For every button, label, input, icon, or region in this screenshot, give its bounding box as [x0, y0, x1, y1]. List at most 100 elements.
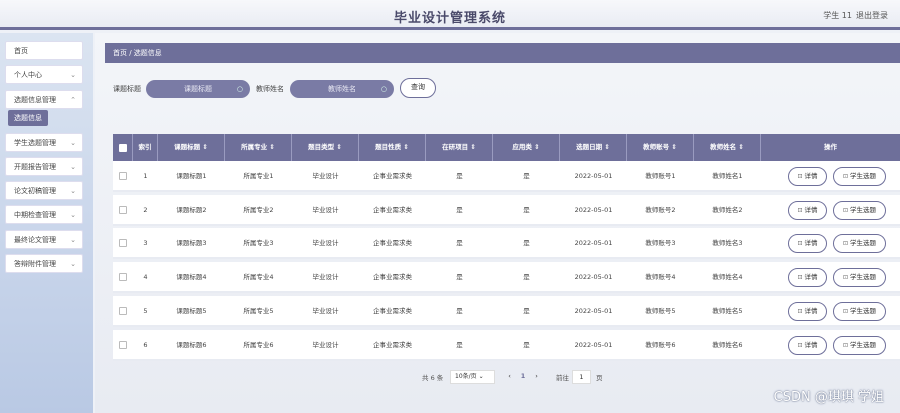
select-icon: ⊡ — [842, 207, 849, 214]
cell-research: 是 — [456, 206, 463, 214]
cell-account: 教师账号3 — [645, 239, 676, 247]
chevron-down-icon: ⌄ — [70, 163, 76, 171]
column-header[interactable]: 教师姓名 ⇕ — [694, 134, 761, 161]
cell-title: 课题标题4 — [176, 273, 207, 281]
row-checkbox[interactable] — [119, 307, 127, 315]
column-header[interactable]: 所属专业 ⇕ — [225, 134, 292, 161]
cell-type: 毕业设计 — [312, 172, 339, 180]
sidebar-item-midterm[interactable]: 中期检查管理 ⌄ — [5, 205, 83, 224]
button-label: 学生选题 — [850, 206, 877, 214]
cell-account: 教师账号4 — [645, 273, 676, 281]
select-topic-button[interactable]: ⊡ 学生选题 — [833, 167, 886, 186]
chevron-up-icon: ⌃ — [70, 96, 76, 104]
cell-major: 所属专业5 — [243, 307, 274, 315]
table-row: 3 课题标题3 所属专业3 毕业设计 企事业需求类 是 是 2022-05-01… — [113, 228, 900, 259]
column-header[interactable]: 教师账号 ⇕ — [627, 134, 694, 161]
cell-major: 所属专业6 — [243, 341, 274, 349]
column-header[interactable]: 题目性质 ⇕ — [359, 134, 426, 161]
cell-nature: 企事业需求类 — [373, 341, 412, 349]
detail-button[interactable]: ⊡ 详情 — [788, 336, 827, 355]
cell-nature: 企事业需求类 — [373, 307, 412, 315]
sidebar-item-draft[interactable]: 论文初稿管理 ⌄ — [5, 181, 83, 200]
cell-major: 所属专业1 — [243, 172, 274, 180]
sidebar-item-home[interactable]: 首页 — [5, 41, 83, 60]
column-header[interactable]: 题目类型 ⇕ — [292, 134, 359, 161]
cell-index: 1 — [143, 172, 148, 180]
logout-link[interactable]: 退出登录 — [856, 10, 900, 21]
detail-icon: ⊡ — [797, 240, 803, 247]
page-number-current[interactable]: 1 — [517, 370, 529, 384]
sidebar-item-topic-info[interactable]: 选题信息管理 ⌃ — [5, 90, 83, 109]
top-bar: 毕业设计管理系统 学生 11 退出登录 — [0, 0, 900, 30]
select-icon: ⊡ — [842, 308, 849, 315]
detail-button[interactable]: ⊡ 详情 — [788, 167, 827, 186]
goto-label: 前往 — [556, 374, 569, 382]
cell-index: 6 — [143, 341, 148, 349]
column-header[interactable]: 应用类 ⇕ — [493, 134, 560, 161]
cell-research: 是 — [456, 239, 463, 247]
sidebar-item-profile[interactable]: 个人中心 ⌄ — [5, 65, 83, 84]
cell-nature: 企事业需求类 — [373, 172, 412, 180]
chevron-down-icon: ⌄ — [70, 211, 76, 219]
select-all-checkbox[interactable] — [119, 144, 127, 152]
select-topic-button[interactable]: ⊡ 学生选题 — [833, 336, 886, 355]
select-topic-button[interactable]: ⊡ 学生选题 — [833, 201, 886, 220]
chevron-down-icon: ⌄ — [70, 71, 76, 79]
detail-button[interactable]: ⊡ 详情 — [788, 234, 827, 253]
cell-teacher: 教师姓名3 — [712, 239, 743, 247]
search-input-teacher[interactable]: 教师姓名 ○ — [290, 80, 394, 98]
detail-button[interactable]: ⊡ 详情 — [788, 268, 827, 287]
detail-button[interactable]: ⊡ 详情 — [788, 302, 827, 321]
detail-icon: ⊡ — [797, 207, 803, 214]
cell-research: 是 — [456, 341, 463, 349]
column-header[interactable]: 选题日期 ⇕ — [560, 134, 627, 161]
cell-major: 所属专业4 — [243, 273, 274, 281]
sidebar-item-label: 最终论文管理 — [14, 236, 56, 244]
sidebar-item-final-thesis[interactable]: 最终论文管理 ⌄ — [5, 230, 83, 249]
table-header: 索引 课题标题 ⇕ 所属专业 ⇕ 题目类型 ⇕ 题目性质 ⇕ 在研项目 ⇕ 应用… — [113, 134, 900, 161]
prev-page-button[interactable]: ‹ — [504, 370, 515, 384]
table-row: 2 课题标题2 所属专业2 毕业设计 企事业需求类 是 是 2022-05-01… — [113, 195, 900, 226]
sidebar-item-proposal[interactable]: 开题报告管理 ⌄ — [5, 157, 83, 176]
page-size-select[interactable]: 10条/页 ⌄ — [450, 370, 495, 384]
sidebar-item-label: 个人中心 — [14, 71, 42, 79]
cell-date: 2022-05-01 — [574, 172, 613, 180]
row-checkbox[interactable] — [119, 341, 127, 349]
row-checkbox[interactable] — [119, 206, 127, 214]
detail-icon: ⊡ — [797, 308, 803, 315]
search-icon: ○ — [236, 85, 243, 93]
cell-type: 毕业设计 — [312, 307, 339, 315]
column-header[interactable]: 索引 — [133, 134, 158, 161]
cell-account: 教师账号1 — [645, 172, 676, 180]
sidebar-item-defense[interactable]: 答辩附件管理 ⌄ — [5, 254, 83, 273]
cell-index: 5 — [143, 307, 148, 315]
row-checkbox[interactable] — [119, 239, 127, 247]
cell-type: 毕业设计 — [312, 273, 339, 281]
select-topic-button[interactable]: ⊡ 学生选题 — [833, 268, 886, 287]
column-header[interactable]: 在研项目 ⇕ — [426, 134, 493, 161]
cell-title: 课题标题5 — [176, 307, 207, 315]
cell-major: 所属专业3 — [243, 239, 274, 247]
detail-button[interactable]: ⊡ 详情 — [788, 201, 827, 220]
row-checkbox[interactable] — [119, 172, 127, 180]
select-topic-button[interactable]: ⊡ 学生选题 — [833, 234, 886, 253]
query-button[interactable]: 查询 — [400, 78, 436, 98]
button-label: 学生选题 — [850, 341, 877, 349]
sidebar-item-label: 学生选题管理 — [14, 139, 56, 147]
cell-applied: 是 — [523, 172, 530, 180]
app-title: 毕业设计管理系统 — [393, 11, 506, 26]
next-page-button[interactable]: › — [531, 370, 542, 384]
sidebar-subitem-topic-info[interactable]: 选题信息 — [8, 110, 48, 126]
cell-type: 毕业设计 — [312, 239, 339, 247]
search-input-title[interactable]: 课题标题 ○ — [146, 80, 250, 98]
button-label: 详情 — [804, 239, 818, 247]
row-checkbox[interactable] — [119, 273, 127, 281]
chevron-down-icon: ⌄ — [70, 260, 76, 268]
button-label: 详情 — [804, 341, 818, 349]
select-topic-button[interactable]: ⊡ 学生选题 — [833, 302, 886, 321]
sidebar-item-student-topic[interactable]: 学生选题管理 ⌄ — [5, 133, 83, 152]
sidebar-item-label: 答辩附件管理 — [14, 260, 56, 268]
cell-date: 2022-05-01 — [574, 273, 613, 281]
column-header[interactable]: 课题标题 ⇕ — [158, 134, 225, 161]
goto-page-input[interactable]: 1 — [572, 370, 591, 384]
